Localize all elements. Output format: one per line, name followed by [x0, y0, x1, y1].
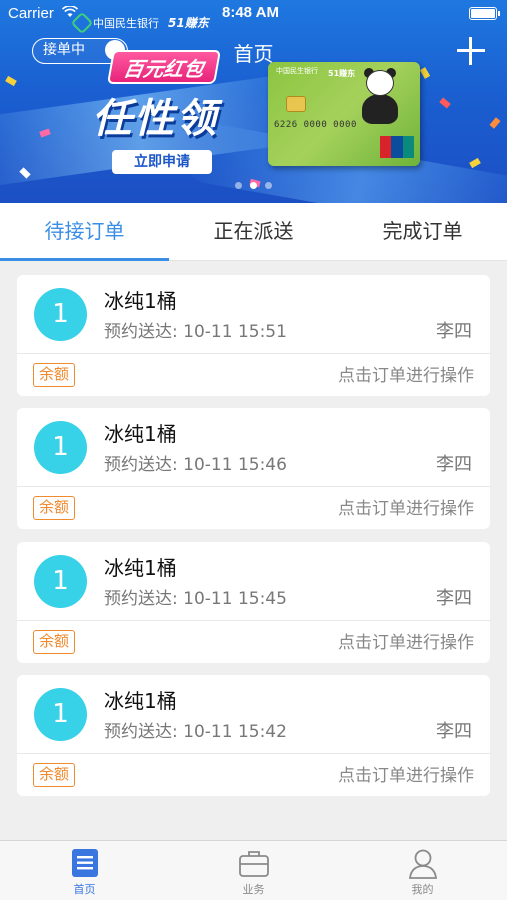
bank-mark-icon [70, 11, 94, 34]
tabbar-item-business[interactable]: 业务 [169, 841, 338, 900]
order-eta: 预约送达: 10-11 15:45 [104, 589, 287, 609]
order-action-hint: 点击订单进行操作 [338, 499, 474, 519]
order-status-tabs: 待接订单 正在派送 完成订单 [0, 203, 507, 261]
promo-tag: 百元红包 [107, 50, 221, 84]
tab-delivering[interactable]: 正在派送 [169, 203, 338, 260]
tab-pending-orders[interactable]: 待接订单 [0, 203, 169, 261]
tab-completed-orders[interactable]: 完成订单 [338, 203, 507, 260]
carrier-label: Carrier [8, 5, 54, 22]
divider [17, 620, 490, 621]
order-eta: 预约送达: 10-11 15:42 [104, 722, 287, 742]
carousel-dot [265, 182, 272, 189]
order-card[interactable]: 1 冰纯1桶 预约送达: 10-11 15:51 李四 余额 点击订单进行操作 [17, 275, 490, 396]
tabbar-item-mine[interactable]: 我的 [338, 841, 507, 900]
promo-banner[interactable]: Carrier 8:48 AM 中国民生银行 51赚东 接单中 首页 百元红包 … [0, 0, 507, 203]
order-item-name: 冰纯1桶 [104, 689, 177, 713]
apply-now-button[interactable]: 立即申请 [112, 150, 212, 174]
card-chip-icon [286, 96, 306, 112]
order-customer: 李四 [436, 721, 472, 742]
card-bank-name: 中国民生银行 [276, 67, 318, 75]
order-item-name: 冰纯1桶 [104, 289, 177, 313]
clock: 8:48 AM [222, 4, 279, 21]
order-customer: 李四 [436, 321, 472, 342]
carousel-dot [235, 182, 242, 189]
card-brand: 51赚东 [328, 69, 356, 78]
tabbar-item-home[interactable]: 首页 [0, 841, 169, 900]
payment-method-badge: 余额 [33, 630, 76, 654]
credit-card-image: 中国民生银行 51赚东 6226 0000 0000 [268, 62, 420, 166]
payment-method-badge: 余额 [33, 763, 76, 787]
order-card[interactable]: 1 冰纯1桶 预约送达: 10-11 15:42 李四 余额 点击订单进行操作 [17, 675, 490, 796]
confetti [5, 75, 17, 87]
app-screen: Carrier 8:48 AM 中国民生银行 51赚东 接单中 首页 百元红包 … [0, 0, 507, 900]
order-customer: 李四 [436, 454, 472, 475]
add-button[interactable] [457, 37, 485, 65]
divider [17, 753, 490, 754]
confetti [489, 117, 501, 129]
bank-sub-brand: 51赚东 [168, 16, 209, 30]
order-customer: 李四 [436, 588, 472, 609]
tabbar-label: 我的 [411, 883, 434, 896]
confetti [469, 157, 481, 169]
order-quantity-avatar: 1 [34, 688, 87, 741]
tabbar-label: 业务 [242, 883, 265, 896]
unionpay-logo-icon [380, 136, 414, 158]
order-eta: 预约送达: 10-11 15:46 [104, 455, 287, 475]
order-action-hint: 点击订单进行操作 [338, 366, 474, 386]
order-card[interactable]: 1 冰纯1桶 预约送达: 10-11 15:45 李四 余额 点击订单进行操作 [17, 542, 490, 663]
confetti [439, 97, 451, 109]
battery-icon [469, 7, 500, 20]
order-item-name: 冰纯1桶 [104, 556, 177, 580]
confetti [419, 67, 431, 79]
order-action-hint: 点击订单进行操作 [338, 766, 474, 786]
order-eta: 预约送达: 10-11 15:51 [104, 322, 287, 342]
order-quantity-avatar: 1 [34, 555, 87, 608]
order-card[interactable]: 1 冰纯1桶 预约送达: 10-11 15:46 李四 余额 点击订单进行操作 [17, 408, 490, 529]
bank-name: 中国民生银行 [93, 16, 159, 30]
panda-mascot-icon [358, 68, 400, 124]
divider [17, 486, 490, 487]
payment-method-badge: 余额 [33, 363, 76, 387]
bottom-tab-bar: 首页 业务 我的 [0, 840, 507, 900]
page-title: 首页 [233, 42, 274, 66]
carousel-dot-active [250, 182, 257, 189]
card-number: 6226 0000 0000 [274, 120, 357, 130]
person-icon [408, 849, 437, 879]
order-quantity-avatar: 1 [34, 288, 87, 341]
carousel-indicator[interactable] [0, 182, 507, 189]
order-quantity-avatar: 1 [34, 421, 87, 474]
briefcase-icon [238, 851, 269, 877]
divider [17, 353, 490, 354]
promo-headline: 任性领 [92, 96, 218, 142]
tabbar-label: 首页 [73, 883, 96, 896]
home-document-icon [71, 849, 98, 877]
payment-method-badge: 余额 [33, 496, 76, 520]
order-action-hint: 点击订单进行操作 [338, 633, 474, 653]
bank-logo: 中国民生银行 51赚东 [70, 11, 209, 34]
order-item-name: 冰纯1桶 [104, 422, 177, 446]
